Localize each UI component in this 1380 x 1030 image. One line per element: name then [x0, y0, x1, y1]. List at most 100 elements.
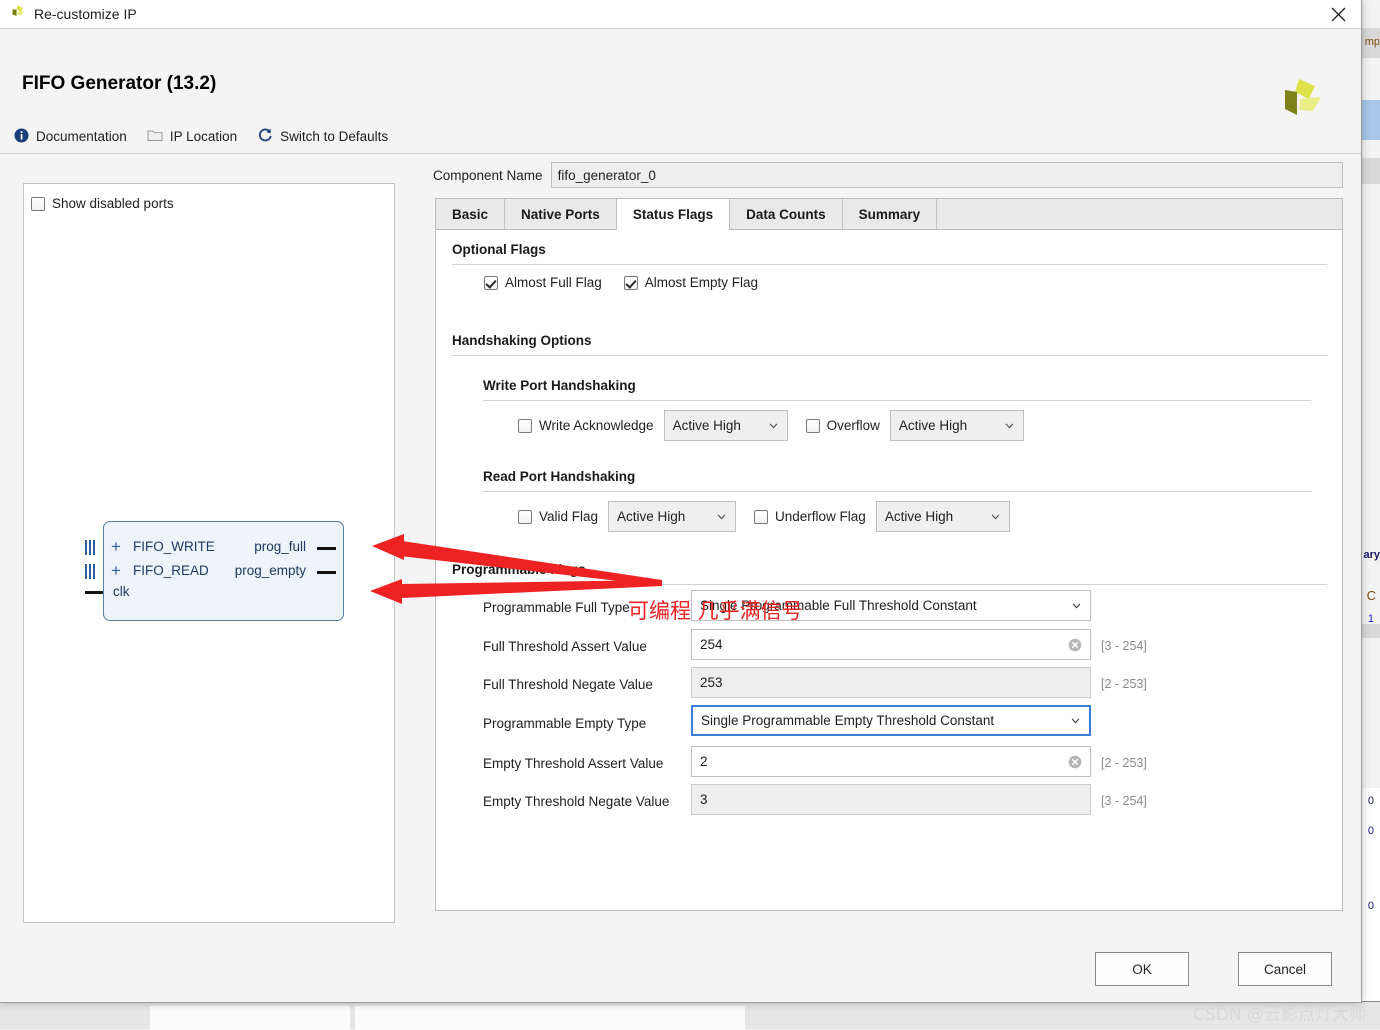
programmable-empty-type-label: Programmable Empty Type — [483, 716, 646, 731]
programmable-full-type-select[interactable]: Single Programmable Full Threshold Const… — [691, 590, 1091, 621]
checkbox-box — [31, 197, 45, 211]
full-threshold-negate-value-label: Full Threshold Negate Value — [483, 677, 653, 692]
tab-status-flags[interactable]: Status Flags — [616, 199, 730, 230]
bus-pin-icon — [85, 564, 98, 579]
empty-threshold-negate-range: [3 - 254] — [1101, 794, 1147, 808]
section-divider — [483, 491, 1311, 492]
bg-bottom-tab-band — [0, 1001, 1380, 1029]
bg-fragment-0b: 0 — [1368, 825, 1374, 837]
component-name-input[interactable]: fifo_generator_0 — [551, 162, 1343, 188]
port-label-clk: clk — [113, 584, 130, 599]
empty-threshold-negate-value-input: 3 — [691, 784, 1091, 815]
valid-flag-checkbox[interactable]: Valid Flag — [518, 509, 598, 524]
underflow-flag-polarity-select[interactable]: Active High — [876, 501, 1010, 532]
almost-full-flag-checkbox[interactable]: Almost Full Flag — [484, 275, 602, 290]
dialog-title-bar: Re-customize IP — [0, 0, 1361, 29]
checkbox-box — [754, 510, 768, 524]
bus-pin-icon — [85, 540, 98, 555]
ip-location-label: IP Location — [170, 129, 237, 144]
underflow-flag-label: Underflow Flag — [775, 509, 866, 524]
show-disabled-ports-checkbox[interactable]: Show disabled ports — [31, 196, 174, 211]
empty-threshold-assert-range: [2 - 253] — [1101, 756, 1147, 770]
section-title-handshaking-options: Handshaking Options — [452, 333, 592, 348]
empty-threshold-negate-value-label: Empty Threshold Negate Value — [483, 794, 669, 809]
valid-flag-polarity-select[interactable]: Active High — [608, 501, 736, 532]
checkbox-box — [484, 276, 498, 290]
clear-icon — [1068, 755, 1082, 769]
checkbox-box — [518, 510, 532, 524]
port-label-fifo-write: FIFO_WRITE — [133, 539, 215, 554]
bg-tab — [150, 1006, 350, 1030]
section-title-optional-flags: Optional Flags — [452, 242, 546, 257]
read-port-handshaking-row: Valid Flag Active High Underflow Flag Ac… — [518, 501, 1010, 532]
close-icon[interactable] — [1315, 0, 1361, 28]
show-disabled-ports-label: Show disabled ports — [52, 196, 174, 211]
almost-full-flag-label: Almost Full Flag — [505, 275, 602, 290]
ok-button[interactable]: OK — [1095, 952, 1189, 986]
bg-fragment-mp: mp — [1365, 36, 1380, 48]
empty-threshold-negate-value: 3 — [700, 792, 708, 807]
section-title-programmable-flags: Programmable Flags — [452, 562, 586, 577]
almost-empty-flag-checkbox[interactable]: Almost Empty Flag — [624, 275, 758, 290]
write-acknowledge-checkbox[interactable]: Write Acknowledge — [518, 418, 654, 433]
empty-threshold-assert-value: 2 — [700, 754, 708, 769]
component-name-label: Component Name — [433, 168, 543, 183]
dialog-header: FIFO Generator (13.2) Documentation — [0, 29, 1361, 154]
status-flags-tab-content: Optional Flags Almost Full Flag Almost E… — [435, 229, 1343, 911]
chevron-down-icon — [769, 423, 778, 429]
watermark: CSDN @云影点灯大师 — [1193, 1000, 1366, 1025]
expand-plus-icon[interactable]: + — [111, 562, 121, 579]
bg-fragment-0c: 0 — [1368, 900, 1374, 912]
write-acknowledge-polarity-value: Active High — [673, 418, 741, 433]
port-label-fifo-read: FIFO_READ — [133, 563, 209, 578]
write-acknowledge-label: Write Acknowledge — [539, 418, 654, 433]
valid-flag-label: Valid Flag — [539, 509, 598, 524]
fifo-block-symbol: + FIFO_WRITE + FIFO_READ clk prog_full p… — [81, 521, 344, 621]
documentation-link[interactable]: Documentation — [14, 128, 127, 146]
port-label-prog-empty: prog_empty — [235, 563, 306, 578]
overflow-polarity-value: Active High — [899, 418, 967, 433]
full-threshold-assert-value: 254 — [700, 637, 723, 652]
full-threshold-negate-value-input: 253 — [691, 667, 1091, 698]
tab-summary[interactable]: Summary — [843, 199, 938, 230]
bg-fragment-0a: 0 — [1368, 795, 1374, 807]
full-threshold-assert-value-input[interactable]: 254 — [691, 629, 1091, 660]
switch-to-defaults-link[interactable]: Switch to Defaults — [257, 127, 388, 146]
overflow-checkbox[interactable]: Overflow — [806, 418, 880, 433]
expand-plus-icon[interactable]: + — [111, 538, 121, 555]
section-divider — [452, 355, 1327, 356]
empty-threshold-assert-value-input[interactable]: 2 — [691, 746, 1091, 777]
chevron-down-icon — [991, 514, 1000, 520]
header-toolbar: Documentation IP Location Switch to D — [14, 127, 388, 146]
documentation-label: Documentation — [36, 129, 127, 144]
write-acknowledge-polarity-select[interactable]: Active High — [664, 410, 788, 441]
chevron-down-icon — [717, 514, 726, 520]
clear-icon — [1068, 638, 1082, 652]
ip-config-panel: Component Name fifo_generator_0 Basic Na… — [433, 154, 1343, 923]
tab-native-ports[interactable]: Native Ports — [505, 199, 617, 230]
checkbox-box — [518, 419, 532, 433]
recustomize-ip-dialog: Re-customize IP FIFO Generator (13.2) — [0, 0, 1362, 1003]
xilinx-logo-icon — [10, 4, 26, 25]
chevron-down-icon — [1071, 718, 1080, 724]
dialog-title: Re-customize IP — [34, 6, 137, 22]
dialog-footer: OK Cancel — [0, 940, 1361, 1002]
port-label-prog-full: prog_full — [254, 539, 306, 554]
full-threshold-negate-range: [2 - 253] — [1101, 677, 1147, 691]
overflow-polarity-select[interactable]: Active High — [890, 410, 1024, 441]
full-threshold-assert-value-label: Full Threshold Assert Value — [483, 639, 647, 654]
ip-location-link[interactable]: IP Location — [147, 128, 237, 145]
subsection-title-read-port-handshaking: Read Port Handshaking — [483, 469, 635, 484]
subsection-title-write-port-handshaking: Write Port Handshaking — [483, 378, 636, 393]
pin-line — [85, 591, 103, 594]
checkbox-box — [624, 276, 638, 290]
page-title: FIFO Generator (13.2) — [22, 73, 216, 95]
tab-basic[interactable]: Basic — [436, 199, 505, 230]
underflow-flag-checkbox[interactable]: Underflow Flag — [754, 509, 866, 524]
info-icon — [14, 128, 29, 146]
pin-line — [317, 571, 336, 574]
dialog-body: Show disabled ports + FIFO_WRITE + FIFO_… — [0, 154, 1361, 940]
tab-data-counts[interactable]: Data Counts — [730, 199, 843, 230]
cancel-button[interactable]: Cancel — [1238, 952, 1332, 986]
programmable-empty-type-select[interactable]: Single Programmable Empty Threshold Cons… — [691, 705, 1091, 736]
